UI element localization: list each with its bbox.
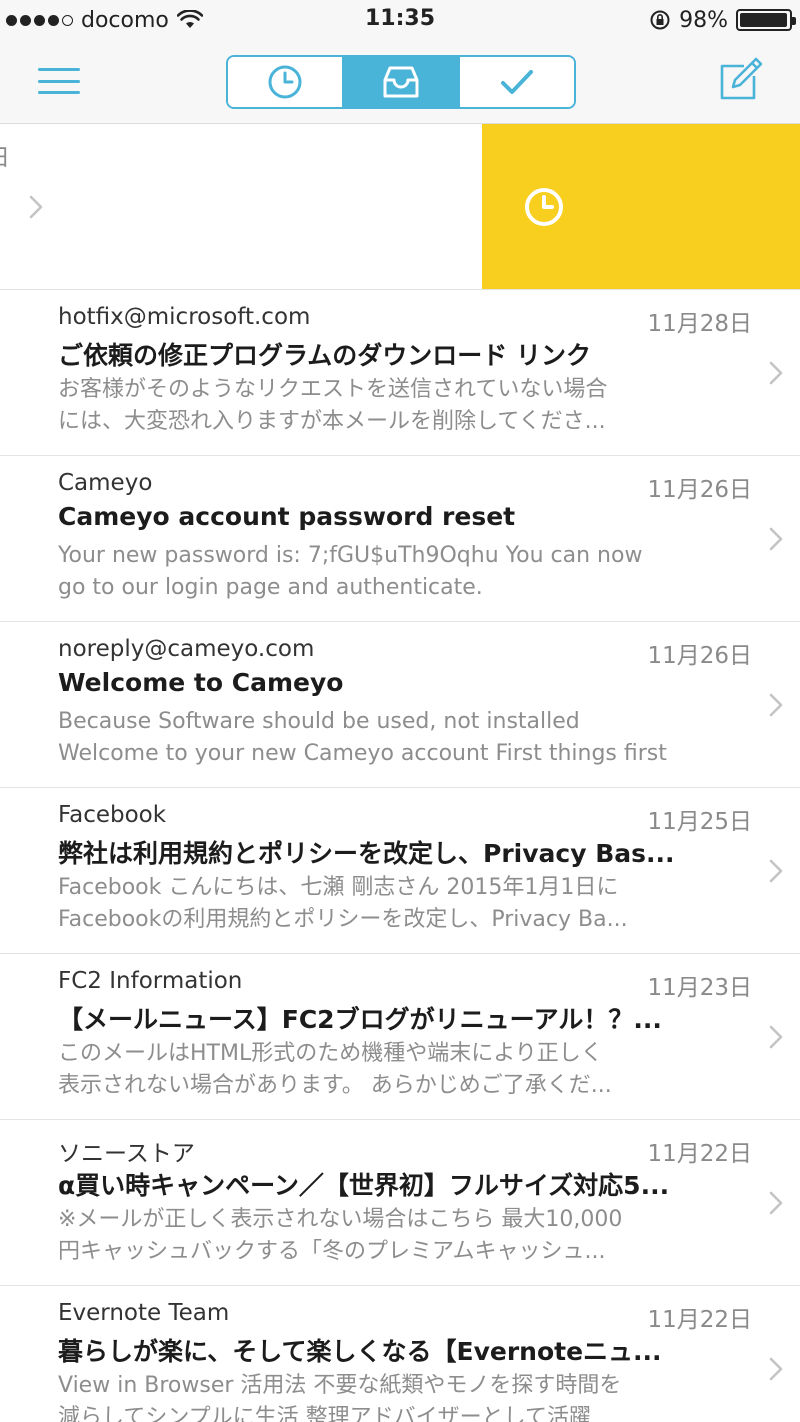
chevron-right-icon <box>769 1025 783 1049</box>
clock-icon <box>268 65 302 99</box>
mail-preview: ※メールが正しく表示されない場合はこちら 最大10,000 円キャッシュバックする… <box>58 1204 742 1268</box>
mail-subject: 搭載「RX100III」キャンペーン... <box>0 170 2 206</box>
mail-preview: お客様がそのようなリクエストを送信されていない場合 には、大変恐れ入りますが本メー… <box>58 374 742 438</box>
mail-date: 11月28日 <box>647 311 752 337</box>
mail-date: 11月29日 <box>0 138 10 172</box>
mail-list: 11月29日搭載「RX100III」キャンペーン... 示されない場合はこちら R… <box>0 124 800 1422</box>
mail-preview: View in Browser 活用法 不要な紙類やモノを探す時間を減らしてシン… <box>58 1370 742 1422</box>
mail-content: Cameyo 11月26日 Cameyo account password rese… <box>58 456 800 621</box>
mail-preview: Because Software should be used, not ins… <box>58 706 742 770</box>
menu-icon-line <box>38 68 80 71</box>
clock-icon <box>525 188 563 226</box>
mail-item[interactable]: ソニーストア 11月22日 α買い時キャンペーン／【世界初】フルサイズ対応5... ※… <box>0 1120 800 1286</box>
mail-date: 11月22日 <box>647 1141 752 1167</box>
mail-preview: 示されない場合はこちら RX100IIIの内手振れ補正機構を搭載したα7 II.… <box>0 208 2 272</box>
mail-content: ソニーストア 11月22日 α買い時キャンペーン／【世界初】フルサイズ対応5... ※… <box>58 1120 800 1285</box>
tab-later[interactable] <box>228 57 342 107</box>
mail-preview-line: Welcome to your new Cameyo account First… <box>58 741 667 766</box>
menu-icon-line <box>38 79 80 83</box>
mail-preview-line: 表示されない場合があります。 あらかじめご了承くだ... <box>58 1073 612 1098</box>
mail-preview-line: Because Software should be used, not ins… <box>58 709 580 734</box>
mail-sender: FC2 Information <box>58 968 243 994</box>
status-bar: docomo 11:35 98% <box>0 0 800 40</box>
mail-preview-line: 内手振れ補正機構を搭載したα7 II... <box>0 240 2 272</box>
mail-item[interactable]: FC2 Information 11月23日【メールニュース】FC2ブログがリニュ… <box>0 954 800 1120</box>
mail-content: noreply@cameyo.com 11月26日 Welcome to Camey… <box>58 622 800 787</box>
mail-content: hotfix@microsoft.com 11月28日ご依頼の修正プログラムのダウ… <box>58 290 800 455</box>
mail-date: 11月25日 <box>647 809 752 835</box>
mail-preview-line: View in Browser 活用法 不要な紙類やモノを探す時間を <box>58 1373 622 1398</box>
menu-button[interactable] <box>36 64 82 98</box>
mail-preview-line: このメールはHTML形式のため機種や端末により正しく <box>58 1041 603 1066</box>
mail-preview: Facebook こんにちは、七瀬 剛志さん 2015年1月1日に Faceboo… <box>58 872 742 936</box>
mail-preview-line: 円キャッシュバックする「冬のプレミアムキャッシュ... <box>58 1239 606 1264</box>
compose-icon[interactable] <box>716 56 764 104</box>
mailbox-segmented-control <box>226 55 576 109</box>
chevron-right-icon <box>769 527 783 551</box>
mail-item-swiped[interactable]: 11月29日搭載「RX100III」キャンペーン... 示されない場合はこちら R… <box>0 124 800 290</box>
chevron-right-icon <box>769 859 783 883</box>
status-right: 98% <box>649 6 796 34</box>
mail-preview-line: Facebookの利用規約とポリシーを改定し、Privacy Ba... <box>58 907 628 932</box>
mail-item[interactable]: Evernote Team 11月22日暮らしが楽に、そして楽しくなる【Evern… <box>0 1286 800 1422</box>
mail-sender: hotfix@microsoft.com <box>58 304 311 330</box>
mail-content: Evernote Team 11月22日暮らしが楽に、そして楽しくなる【Evern… <box>58 1286 800 1422</box>
inbox-tray-icon <box>383 66 419 98</box>
mail-preview: Your new password is: 7;fGU$uTh9Oqhu You… <box>58 540 742 604</box>
menu-icon-line <box>38 91 80 94</box>
mail-preview-line: 示されない場合はこちら RX100IIIの <box>0 208 2 240</box>
mail-sender: ソニーストア <box>58 1141 195 1167</box>
mail-item[interactable]: Facebook 11月25日弊社は利用規約とポリシーを改定し、Privacy B… <box>0 788 800 954</box>
mail-content: 11月29日搭載「RX100III」キャンペーン... 示されない場合はこちら R… <box>0 124 482 289</box>
mail-sender: Facebook <box>58 802 167 828</box>
checkmark-icon <box>501 70 533 94</box>
mail-content: FC2 Information 11月23日【メールニュース】FC2ブログがリニュ… <box>58 954 800 1119</box>
battery-percent: 98% <box>679 7 728 33</box>
mail-subject: Welcome to Cameyo <box>58 668 344 697</box>
chevron-right-icon <box>769 693 783 717</box>
tab-inbox[interactable] <box>342 57 458 107</box>
tab-done[interactable] <box>458 57 574 107</box>
mail-preview-line: Facebook こんにちは、七瀬 剛志さん 2015年1月1日に <box>58 875 619 900</box>
mail-preview-line: go to our login page and authenticate. <box>58 575 483 600</box>
chevron-right-icon <box>769 361 783 385</box>
mail-sender: Cameyo <box>58 470 153 496</box>
mail-subject: 弊社は利用規約とポリシーを改定し、Privacy Bas... <box>58 839 675 868</box>
mail-item[interactable]: hotfix@microsoft.com 11月28日ご依頼の修正プログラムのダウ… <box>0 290 800 456</box>
rotation-lock-icon <box>650 10 670 30</box>
battery-icon <box>736 9 796 31</box>
chevron-right-icon <box>769 1357 783 1381</box>
mail-date: 11月26日 <box>647 477 752 503</box>
mail-date: 11月26日 <box>647 643 752 669</box>
chevron-right-icon <box>769 1191 783 1215</box>
mail-content: Facebook 11月25日弊社は利用規約とポリシーを改定し、Privacy B… <box>58 788 800 953</box>
mail-preview-line: ※メールが正しく表示されない場合はこちら 最大10,000 <box>58 1207 623 1232</box>
mail-subject: ご依頼の修正プログラムのダウンロード リンク <box>58 341 591 370</box>
mail-date: 11月23日 <box>647 975 752 1001</box>
mail-sender: noreply@cameyo.com <box>58 636 315 662</box>
mail-preview-line: 減らしてシンプルに生活 整理アドバイザーとして活躍 <box>58 1405 592 1422</box>
mail-preview: このメールはHTML形式のため機種や端末により正しく 表示されない場合があります。… <box>58 1038 742 1102</box>
chevron-right-icon <box>29 195 43 219</box>
mail-preview-line: お客様がそのようなリクエストを送信されていない場合 <box>58 377 608 402</box>
nav-bar <box>0 40 800 124</box>
mail-sender: Evernote Team <box>58 1300 230 1326</box>
mail-subject: Cameyo account password reset <box>58 502 516 531</box>
mail-subject: 暮らしが楽に、そして楽しくなる【Evernoteニュ... <box>58 1337 662 1366</box>
mail-subject: 【メールニュース】FC2ブログがリニューアル！？... <box>58 1005 662 1034</box>
mail-preview-line: Your new password is: 7;fGU$uTh9Oqhu You… <box>58 543 643 568</box>
mail-preview-line: には、大変恐れ入りますが本メールを削除してくださ... <box>58 409 606 434</box>
mail-date: 11月22日 <box>647 1307 752 1333</box>
mail-subject: α買い時キャンペーン／【世界初】フルサイズ対応5... <box>58 1171 670 1200</box>
mail-item[interactable]: noreply@cameyo.com 11月26日 Welcome to Camey… <box>0 622 800 788</box>
snooze-action[interactable] <box>482 124 800 289</box>
mail-item[interactable]: Cameyo 11月26日 Cameyo account password rese… <box>0 456 800 622</box>
